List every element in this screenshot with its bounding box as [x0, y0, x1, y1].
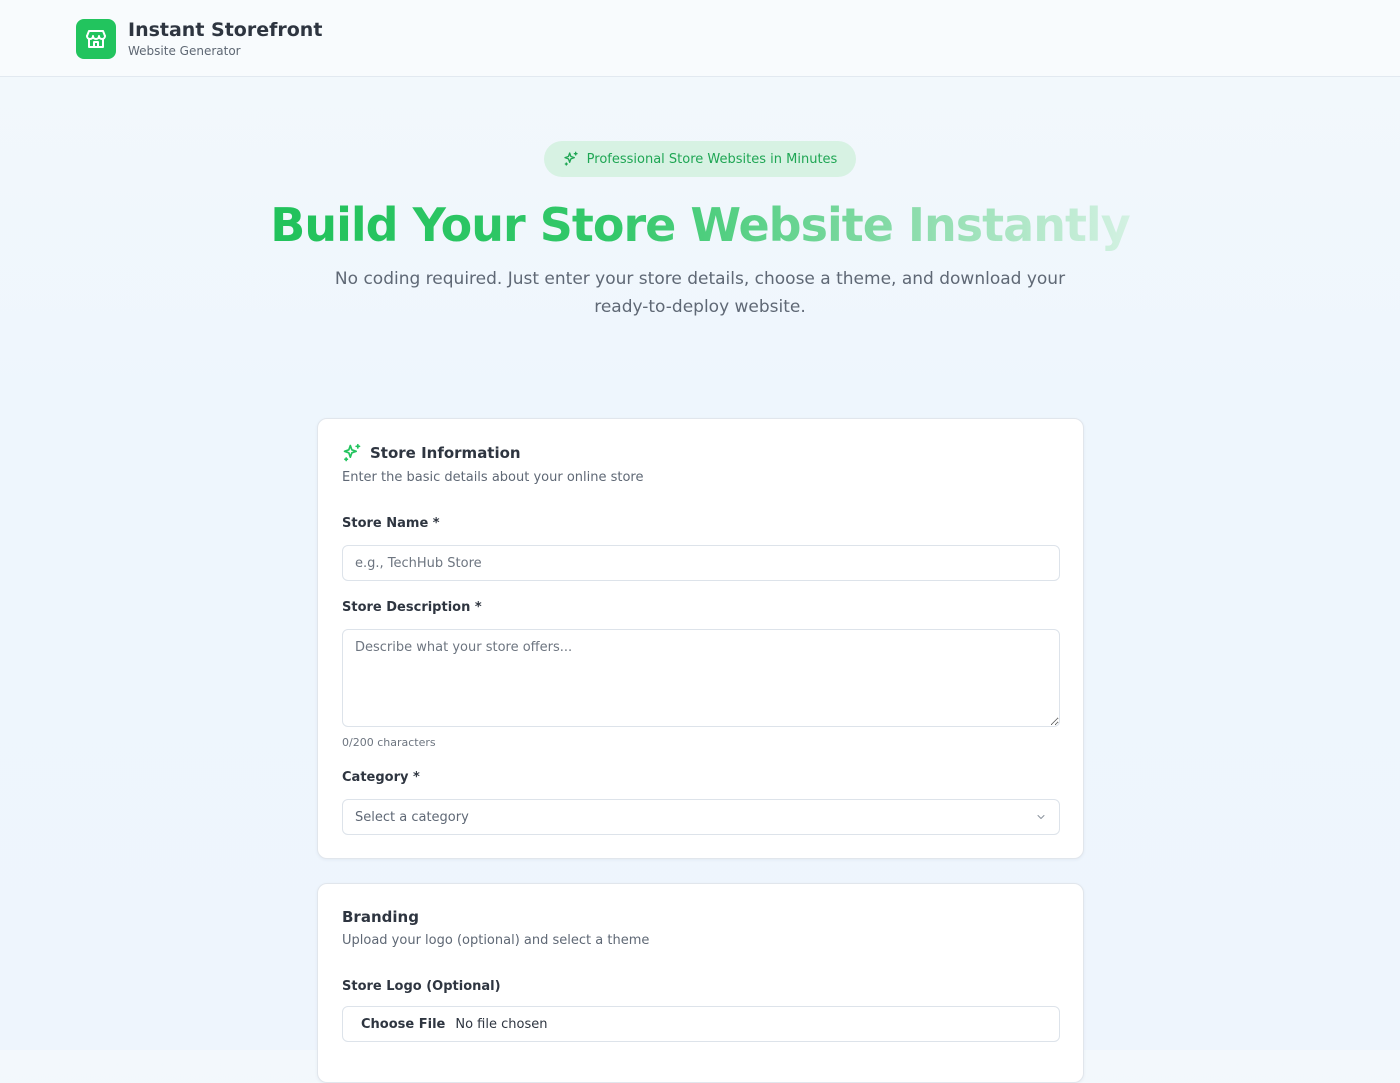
hero-subtitle: No coding required. Just enter your stor… — [334, 269, 1066, 317]
store-name-label: Store Name * — [342, 516, 440, 531]
category-select[interactable]: Select a category — [342, 799, 1060, 835]
brand[interactable]: Instant Storefront Website Generator — [76, 18, 322, 59]
app-title: Instant Storefront — [128, 19, 323, 41]
top-bar: Instant Storefront Website Generator — [0, 0, 1400, 77]
file-status: No file chosen — [455, 1016, 548, 1032]
branding-title: Branding — [342, 908, 419, 926]
store-name-input[interactable] — [342, 545, 1060, 581]
category-select-value: Select a category — [355, 809, 469, 825]
category-label: Category * — [342, 770, 420, 785]
sparkles-icon — [343, 443, 361, 462]
branding-description: Upload your logo (optional) and select a… — [342, 933, 650, 948]
chevron-down-icon — [1037, 815, 1045, 819]
sparkles-icon — [564, 151, 578, 166]
store-description-input[interactable] — [342, 629, 1060, 727]
store-logo-file-input[interactable]: Choose File No file chosen — [342, 1006, 1060, 1042]
store-logo-label: Store Logo (Optional) — [342, 979, 501, 994]
storefront-icon — [76, 18, 116, 59]
hero-title-text: Build Your Store Website Instantly — [270, 198, 1130, 252]
hero-title: Build Your Store Website Instantly — [0, 196, 1400, 254]
app-subtitle: Website Generator — [128, 44, 241, 58]
hero-badge-text: Professional Store Websites in Minutes — [586, 151, 838, 167]
branding-card: Branding Upload your logo (optional) and… — [317, 883, 1084, 1083]
store-information-title: Store Information — [370, 444, 521, 462]
choose-file-button[interactable]: Choose File — [361, 1017, 445, 1032]
store-description-label: Store Description * — [342, 600, 482, 615]
character-counter: 0/200 characters — [342, 736, 436, 749]
hero-badge: Professional Store Websites in Minutes — [544, 141, 856, 177]
store-information-description: Enter the basic details about your onlin… — [342, 470, 644, 485]
store-information-card: Store Information Enter the basic detail… — [317, 418, 1084, 859]
